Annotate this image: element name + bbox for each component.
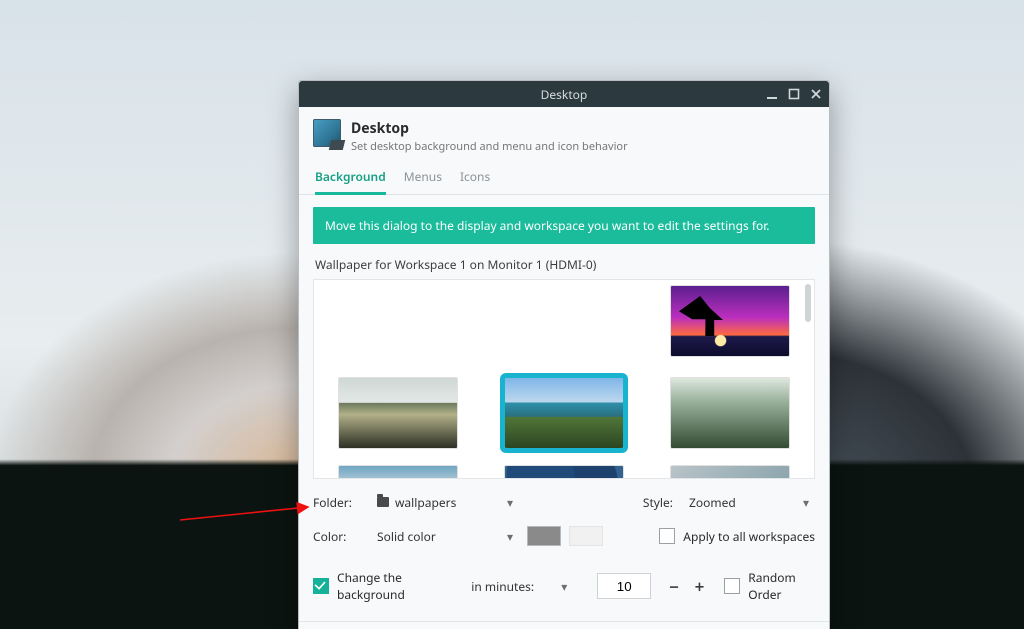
window-title: Desktop (541, 86, 588, 103)
random-order-checkbox[interactable] (724, 578, 740, 594)
secondary-color-swatch[interactable] (569, 526, 603, 546)
wallpaper-thumb[interactable] (671, 378, 789, 448)
change-background-label: Change the background (337, 569, 445, 603)
wallpaper-thumb-selected[interactable] (505, 378, 623, 448)
desktop-wallpaper: Desktop Desktop Set desktop background a… (0, 0, 1024, 629)
annotation-arrow (178, 494, 318, 524)
wallpaper-thumb[interactable] (505, 466, 623, 479)
wallpaper-grid[interactable] (313, 279, 815, 479)
style-combo[interactable]: Zoomed ▾ (681, 491, 815, 513)
dialog-subtitle: Set desktop background and menu and icon… (351, 139, 628, 154)
tab-background[interactable]: Background (315, 162, 386, 195)
primary-color-swatch[interactable] (527, 526, 561, 546)
chevron-down-icon: ▾ (507, 528, 513, 545)
tab-bar: Background Menus Icons (299, 162, 829, 195)
color-mode-combo[interactable]: Solid color ▾ (369, 525, 519, 547)
apply-all-checkbox[interactable] (659, 528, 675, 544)
info-banner: Move this dialog to the display and work… (313, 207, 815, 244)
chevron-down-icon: ▾ (803, 494, 809, 511)
change-background-checkbox[interactable] (313, 578, 329, 594)
wallpaper-thumb[interactable] (671, 286, 789, 356)
interval-input[interactable] (597, 573, 651, 599)
apply-all-label: Apply to all workspaces (683, 528, 815, 545)
wallpaper-thumb[interactable] (339, 378, 457, 448)
interval-unit-combo[interactable]: in minutes: ▾ (463, 575, 573, 597)
chevron-down-icon: ▾ (561, 578, 567, 595)
color-label: Color: (313, 528, 361, 545)
desktop-settings-window: Desktop Desktop Set desktop background a… (298, 80, 830, 629)
window-titlebar[interactable]: Desktop (299, 81, 829, 107)
maximize-icon[interactable] (787, 87, 801, 101)
wallpaper-caption: Wallpaper for Workspace 1 on Monitor 1 (… (315, 256, 813, 273)
minimize-icon[interactable] (765, 87, 779, 101)
tab-menus[interactable]: Menus (404, 162, 442, 194)
dialog-header: Desktop Set desktop background and menu … (299, 107, 829, 162)
chevron-down-icon: ▾ (507, 494, 513, 511)
increment-button[interactable]: + (691, 575, 709, 597)
folder-icon (377, 497, 389, 507)
decrement-button[interactable]: − (665, 575, 683, 597)
wallpaper-thumb[interactable] (671, 466, 789, 479)
folder-label: Folder: (313, 494, 361, 511)
folder-combo[interactable]: wallpapers ▾ (369, 491, 519, 513)
desktop-app-icon (313, 119, 341, 147)
separator (299, 621, 829, 622)
style-label: Style: (643, 494, 673, 511)
random-order-label: Random Order (748, 569, 815, 603)
tab-icons[interactable]: Icons (460, 162, 490, 194)
close-icon[interactable] (809, 87, 823, 101)
dialog-title: Desktop (351, 119, 628, 138)
wallpaper-thumb[interactable] (339, 466, 457, 479)
